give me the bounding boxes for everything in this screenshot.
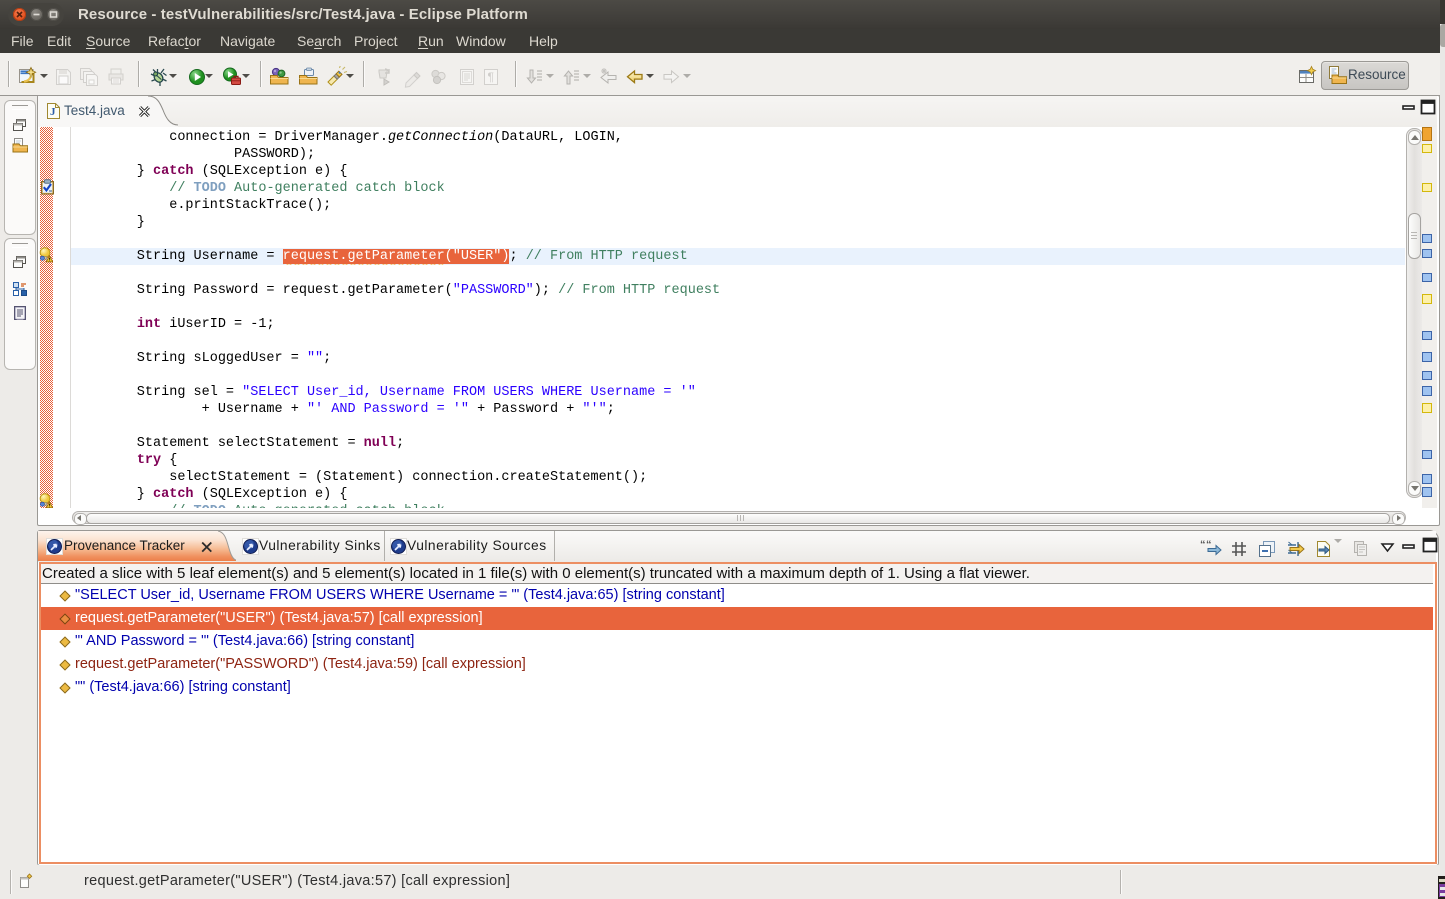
svg-text:¶: ¶ xyxy=(488,70,494,84)
svg-text:J: J xyxy=(50,106,56,118)
svg-text:“: “ xyxy=(1200,540,1206,551)
